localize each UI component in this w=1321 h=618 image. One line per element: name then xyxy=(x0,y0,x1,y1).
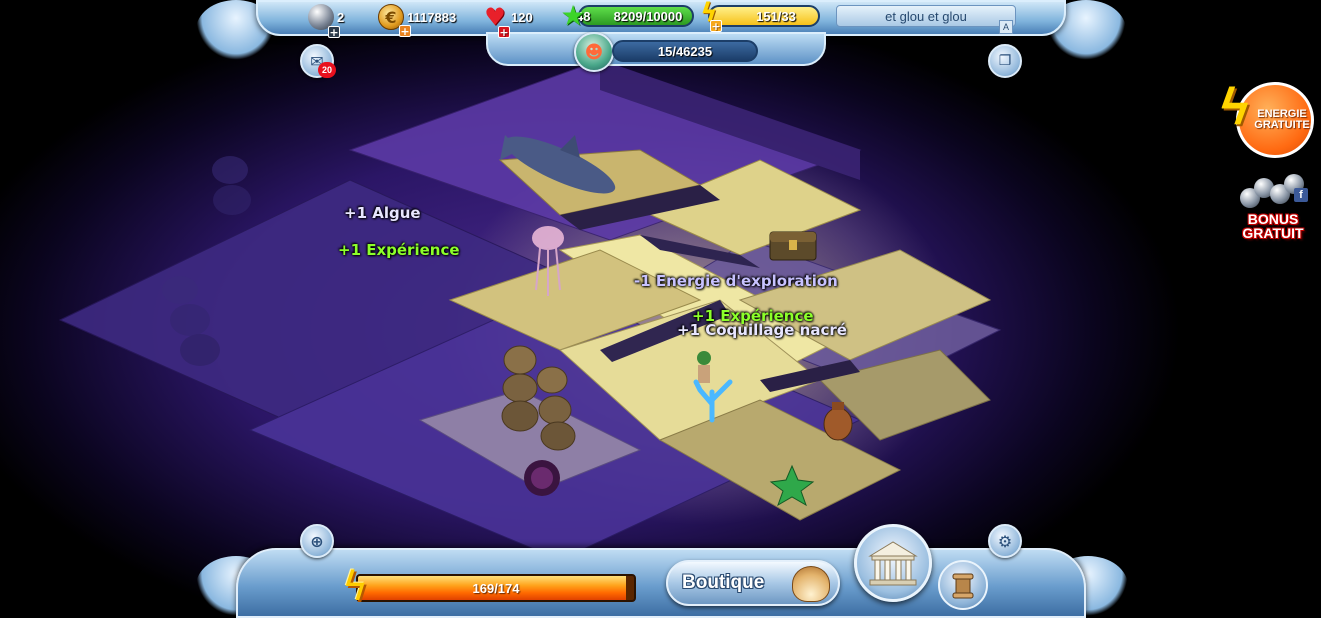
lightning-icon: ϟ + xyxy=(700,0,722,33)
compass-icon: ⊕ xyxy=(310,531,324,551)
top-hud: + 2 € + 1117883 ♥ + 120 8209/10000 ★ 48 … xyxy=(196,0,1126,80)
inventory-button[interactable] xyxy=(938,560,988,610)
boutique-label: Boutique xyxy=(682,572,765,593)
reward-coquillage-text: +1 Coquillage nacré xyxy=(677,321,847,339)
lightning-icon: ϟ xyxy=(342,564,369,610)
fullscreen-button[interactable]: ❐ xyxy=(988,44,1022,78)
heart-icon: ♥ + xyxy=(484,3,510,39)
xp-bar: 8209/10000 xyxy=(578,5,694,27)
free-energy-promo[interactable]: ϟ ENERGIE GRATUITE xyxy=(1221,81,1314,158)
xp-value: 8209/10000 xyxy=(613,8,683,24)
star-icon: ★ xyxy=(560,0,586,32)
add-energy-button[interactable]: + xyxy=(710,20,722,32)
jellyfish[interactable] xyxy=(532,226,564,296)
exploration-energy-value: 169/174 xyxy=(472,580,520,596)
mermaid-icon[interactable]: ☻ xyxy=(574,32,614,72)
quest-progress-bar: 15/46235 xyxy=(612,40,758,62)
gold-stat: € + 1117883 xyxy=(378,4,457,37)
free-bonus-promo[interactable]: f BONUS GRATUIT xyxy=(1232,172,1314,250)
scroll-icon xyxy=(952,573,974,599)
gold-count: 1117883 xyxy=(407,9,457,25)
player-name-box[interactable]: et glou et glou A xyxy=(836,5,1016,34)
name-key-badge[interactable]: A xyxy=(999,20,1013,34)
energy-stat: ϟ + xyxy=(696,0,722,33)
center-view-button[interactable]: ⊕ xyxy=(300,524,334,558)
level-stat: ★ 48 xyxy=(560,0,590,32)
bottom-hud: ⊕ ⚙ 169/174 ϟ Boutique xyxy=(196,520,1128,618)
treasure-chest[interactable] xyxy=(769,231,817,261)
exploration-energy-bar: 169/174 xyxy=(356,574,636,602)
energy-bar: 151/33 xyxy=(708,5,820,27)
sea-urchin[interactable] xyxy=(524,460,560,496)
free-energy-line2: GRATUITE xyxy=(1254,119,1310,131)
pearl-icon: + xyxy=(308,4,340,38)
add-health-button[interactable]: + xyxy=(498,26,510,38)
settings-button[interactable]: ⚙ xyxy=(988,524,1022,558)
health-stat: ♥ + 120 xyxy=(482,3,533,39)
quest-progress-value: 15/46235 xyxy=(657,43,713,59)
pearls-count: 2 xyxy=(337,9,345,25)
temple-icon xyxy=(868,541,918,586)
reward-experience-text: +1 Expérience xyxy=(338,241,460,259)
boutique-button[interactable]: Boutique xyxy=(666,560,840,606)
lightning-icon: ϟ xyxy=(1221,78,1249,136)
facebook-icon: f xyxy=(1294,188,1308,202)
reward-algue-text: +1 Algue xyxy=(344,204,421,222)
gold-coin-icon: € + xyxy=(378,4,411,37)
free-bonus-line1: BONUS xyxy=(1247,211,1299,227)
health-count: 120 xyxy=(511,9,533,25)
add-pearls-button[interactable]: + xyxy=(328,26,340,38)
add-gold-button[interactable]: + xyxy=(399,25,411,37)
windows-icon: ❐ xyxy=(998,53,1012,69)
mail-button[interactable]: ✉ 20 xyxy=(300,44,336,78)
energy-value: 151/33 xyxy=(756,8,796,24)
free-bonus-line2: GRATUIT xyxy=(1242,225,1304,241)
cost-energy-text: -1 Energie d'exploration xyxy=(634,272,838,290)
player-name: et glou et glou xyxy=(885,8,967,24)
temple-button[interactable] xyxy=(854,524,932,602)
shell-icon xyxy=(792,566,830,602)
gear-icon: ⚙ xyxy=(997,531,1013,551)
pearls-stat: + 2 xyxy=(308,4,345,38)
mail-count-badge: 20 xyxy=(318,62,336,78)
